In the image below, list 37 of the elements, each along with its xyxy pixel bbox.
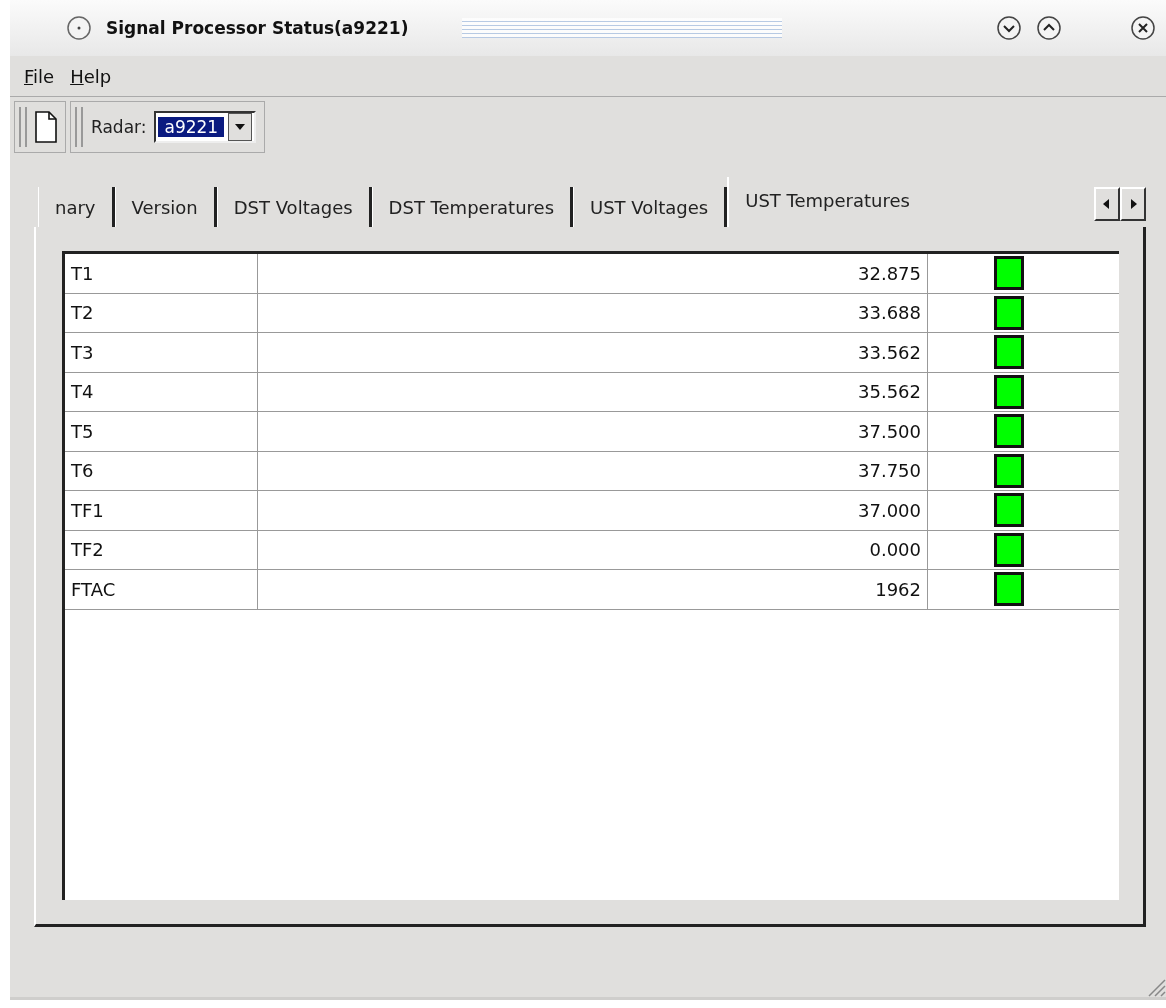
table-cell: TF2	[65, 530, 258, 569]
toolbar-grip[interactable]	[19, 107, 27, 147]
tab[interactable]: DST Temperatures	[371, 187, 573, 227]
table-cell: TF1	[65, 491, 258, 530]
table-cell: 37.750	[258, 451, 928, 490]
minimize-icon[interactable]	[996, 15, 1022, 41]
tab[interactable]: Version	[114, 187, 217, 227]
table-cell: T5	[65, 412, 258, 451]
radar-dropdown[interactable]: a9221	[154, 111, 257, 143]
table-cell: T1	[65, 254, 258, 293]
table-cell: 35.562	[258, 372, 928, 411]
radar-label: Radar:	[91, 117, 147, 137]
window-menu-icon[interactable]	[66, 15, 92, 41]
table-cell: T3	[65, 333, 258, 372]
table-cell: T2	[65, 293, 258, 332]
table-cell: 33.562	[258, 333, 928, 372]
maximize-icon[interactable]	[1036, 15, 1062, 41]
new-document-icon[interactable]	[35, 111, 57, 143]
menu-item[interactable]: File	[24, 65, 55, 87]
scroll-right-icon[interactable]	[1120, 187, 1146, 221]
table-cell: 0.000	[258, 530, 928, 569]
table-cell: 32.875	[258, 254, 928, 293]
tab[interactable]: UST Voltages	[573, 187, 728, 227]
close-icon[interactable]	[1130, 15, 1156, 41]
tab[interactable]: DST Voltages	[216, 187, 372, 227]
table-cell: 33.688	[258, 293, 928, 332]
tab[interactable]: nary	[38, 187, 115, 227]
table-cell: 37.000	[258, 491, 928, 530]
toolbar-grip[interactable]	[75, 107, 83, 147]
table-cell: 37.500	[258, 412, 928, 451]
window-title: Signal Processor Status(a9221)	[106, 18, 409, 38]
table-cell: T4	[65, 372, 258, 411]
menu-item[interactable]: Help	[70, 65, 112, 87]
scroll-left-icon[interactable]	[1094, 187, 1120, 221]
table-cell: T6	[65, 451, 258, 490]
table-cell: 1962	[258, 570, 928, 609]
table-cell: FTAC	[65, 570, 258, 609]
